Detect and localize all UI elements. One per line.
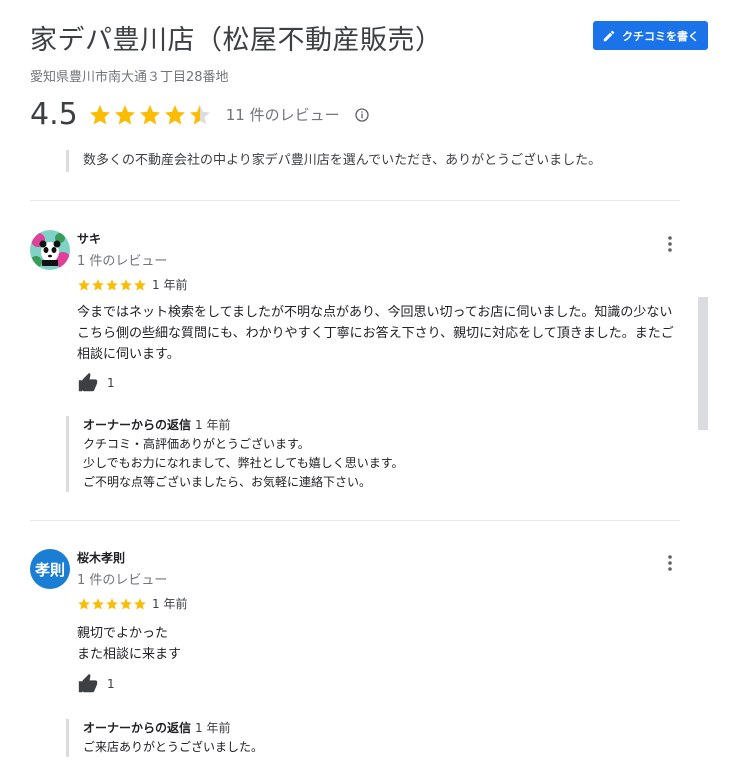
star-icon <box>78 279 90 291</box>
more-options-button[interactable] <box>658 551 682 575</box>
star-icon <box>106 598 118 610</box>
star-icon <box>120 598 132 610</box>
review-item: サキ 1 件のレビュー 1 年前 今まではネット検索をしてましたが不明な点があり… <box>30 230 682 500</box>
review-text: 今まではネット検索をしてましたが不明な点があり、今回思い切ってお店に伺いました。… <box>77 305 674 362</box>
star-icon <box>134 598 146 610</box>
review-count-link[interactable]: 11 件のレビュー <box>226 104 340 125</box>
owner-response-header: オーナーからの返信 1 年前 <box>83 719 663 738</box>
avatar[interactable] <box>30 230 70 270</box>
star-icon <box>114 104 135 124</box>
business-address: 愛知県豊川市南大通３丁目28番地 <box>30 70 229 85</box>
reviewer-review-count: 1 件のレビュー <box>77 573 168 588</box>
write-review-label: クチコミを書く <box>622 29 699 43</box>
thumb-up-icon <box>78 673 98 693</box>
like-button[interactable]: 1 <box>77 673 115 695</box>
owner-response-date: 1 年前 <box>195 721 231 735</box>
reviewer-name[interactable]: 桜木孝則 <box>77 549 125 566</box>
star-icon <box>92 598 104 610</box>
panda-avatar-icon <box>30 230 70 270</box>
pencil-icon <box>603 30 615 41</box>
review-stars <box>77 278 147 292</box>
thumb-up-icon <box>78 372 98 392</box>
review-date: 1 年前 <box>152 597 188 611</box>
like-button[interactable]: 1 <box>77 372 115 394</box>
rating-stars <box>88 103 212 127</box>
star-icon <box>120 279 132 291</box>
owner-response-label: オーナーからの返信 <box>83 721 192 735</box>
star-icon <box>92 279 104 291</box>
info-icon[interactable] <box>354 107 370 123</box>
write-review-button[interactable]: クチコミを書く <box>593 21 708 50</box>
reviewer-review-count: 1 件のレビュー <box>77 254 168 269</box>
review-date: 1 年前 <box>152 278 188 292</box>
owner-response-header: オーナーからの返信 1 年前 <box>83 416 663 435</box>
review-text-line: また相談に来ます <box>77 647 182 662</box>
star-icon <box>164 104 185 124</box>
more-vert-icon <box>668 555 672 571</box>
divider <box>30 520 680 521</box>
star-icon <box>78 598 90 610</box>
scrollbar-thumb[interactable] <box>698 297 708 430</box>
divider <box>30 200 680 201</box>
reviewer-name[interactable]: サキ <box>77 230 101 247</box>
owner-response-line: ご不明な点等ございましたら、お気軽に連絡下さい。 <box>83 475 372 489</box>
star-icon <box>139 104 160 124</box>
owner-response-line: ご来店ありがとうございました。 <box>83 740 264 754</box>
avatar-initials: 孝則 <box>34 560 65 579</box>
owner-response: オーナーからの返信 1 年前 ご来店ありがとうございました。 <box>66 719 663 757</box>
like-count: 1 <box>107 677 115 691</box>
half-star-icon <box>189 104 210 124</box>
owner-response: オーナーからの返信 1 年前 クチコミ・高評価ありがとうございます。 少しでもお力… <box>66 416 663 492</box>
owner-response-line: クチコミ・高評価ありがとうございます。 <box>83 437 310 451</box>
like-count: 1 <box>107 376 115 390</box>
owner-summary: 数多くの不動産会社の中より家デパ豊川店を選んでいただき、ありがとうございました。 <box>66 150 601 172</box>
owner-response-date: 1 年前 <box>195 418 231 432</box>
review-item: 孝則 桜木孝則 1 件のレビュー 1 年前 親切でよかった また相談に来ます 1… <box>30 549 682 771</box>
star-icon <box>134 279 146 291</box>
avatar[interactable]: 孝則 <box>30 549 70 589</box>
review-stars <box>77 597 147 611</box>
rating-value: 4.5 <box>30 97 78 132</box>
owner-response-line: 少しでもお力になれまして、弊社としても嬉しく思います。 <box>83 456 404 470</box>
star-icon <box>106 279 118 291</box>
more-options-button[interactable] <box>658 232 682 256</box>
review-text-line: 親切でよかった <box>77 626 169 641</box>
rating-summary: 4.5 11 件のレビュー <box>30 97 370 132</box>
star-icon <box>89 104 110 124</box>
owner-response-label: オーナーからの返信 <box>83 418 192 432</box>
review-text: 親切でよかった また相談に来ます <box>77 623 682 665</box>
more-vert-icon <box>668 236 672 252</box>
